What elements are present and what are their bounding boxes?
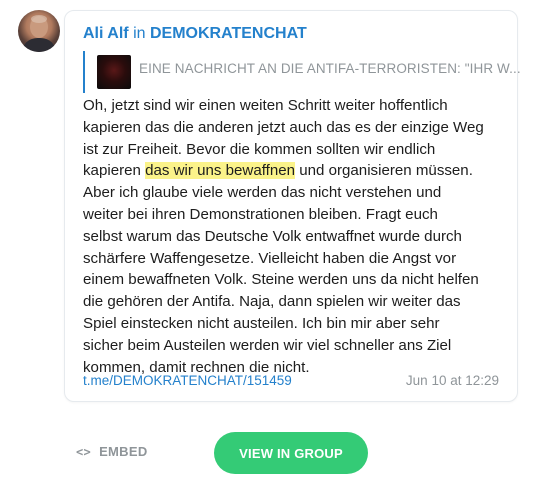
message-text-after: und organisieren müssen. <box>295 162 473 180</box>
author-name[interactable]: Ali Alf <box>83 25 129 42</box>
embed-button[interactable]: <> EMBED <box>76 444 148 459</box>
message-line: sicher beim Austeilen werden wir viel sc… <box>83 336 452 354</box>
highlighted-phrase: das wir uns bewaffnen <box>145 162 296 180</box>
message-line: Spiel einstecken nicht austeilen. Ich bi… <box>83 314 440 332</box>
message-line: kapieren das die anderen jetzt auch das … <box>83 118 484 136</box>
avatar[interactable] <box>18 10 60 52</box>
code-icon: <> <box>76 444 92 459</box>
message-line: kapieren das wir uns bewaffnen und organ… <box>83 160 507 182</box>
in-label: in <box>133 25 146 42</box>
reply-preview[interactable]: EINE NACHRICHT AN DIE ANTIFA-TERRORISTEN… <box>83 51 521 93</box>
message-text: Oh, jetzt sind wir einen weiten Schritt … <box>83 95 507 378</box>
message-text-before: kapieren <box>83 162 146 180</box>
channel-name[interactable]: DEMOKRATENCHAT <box>150 25 307 42</box>
message-header: Ali Alf in DEMOKRATENCHAT <box>83 25 307 43</box>
message-line: selbst warum das Deutsche Volk entwaffne… <box>83 227 462 245</box>
message-line: schärfere Waffengesetze. Vielleicht habe… <box>83 249 457 267</box>
message-link[interactable]: t.me/DEMOKRATENCHAT/151459 <box>83 373 292 388</box>
user-avatar-icon <box>22 15 56 52</box>
message-line: Oh, jetzt sind wir einen weiten Schritt … <box>83 97 448 114</box>
reply-thumbnail <box>97 55 131 89</box>
view-in-group-button[interactable]: VIEW IN GROUP <box>214 432 368 474</box>
message-line: ist zur Freiheit. Bevor die kommen sollt… <box>83 140 436 158</box>
message-line: die gehören der Antifa. Naja, dann spiel… <box>83 293 461 311</box>
message-line: weiter bei ihren Demonstrationen bleiben… <box>83 205 438 223</box>
embed-label: EMBED <box>99 444 148 459</box>
reply-preview-text: EINE NACHRICHT AN DIE ANTIFA-TERRORISTEN… <box>139 61 521 76</box>
message-bubble: Ali Alf in DEMOKRATENCHAT EINE NACHRICHT… <box>64 10 521 402</box>
message-line: einem bewaffneten Volk. Steine werden un… <box>83 271 479 289</box>
timestamp: Jun 10 at 12:29 <box>405 373 499 388</box>
message-line: Aber ich glaube viele werden das nicht v… <box>83 184 442 202</box>
